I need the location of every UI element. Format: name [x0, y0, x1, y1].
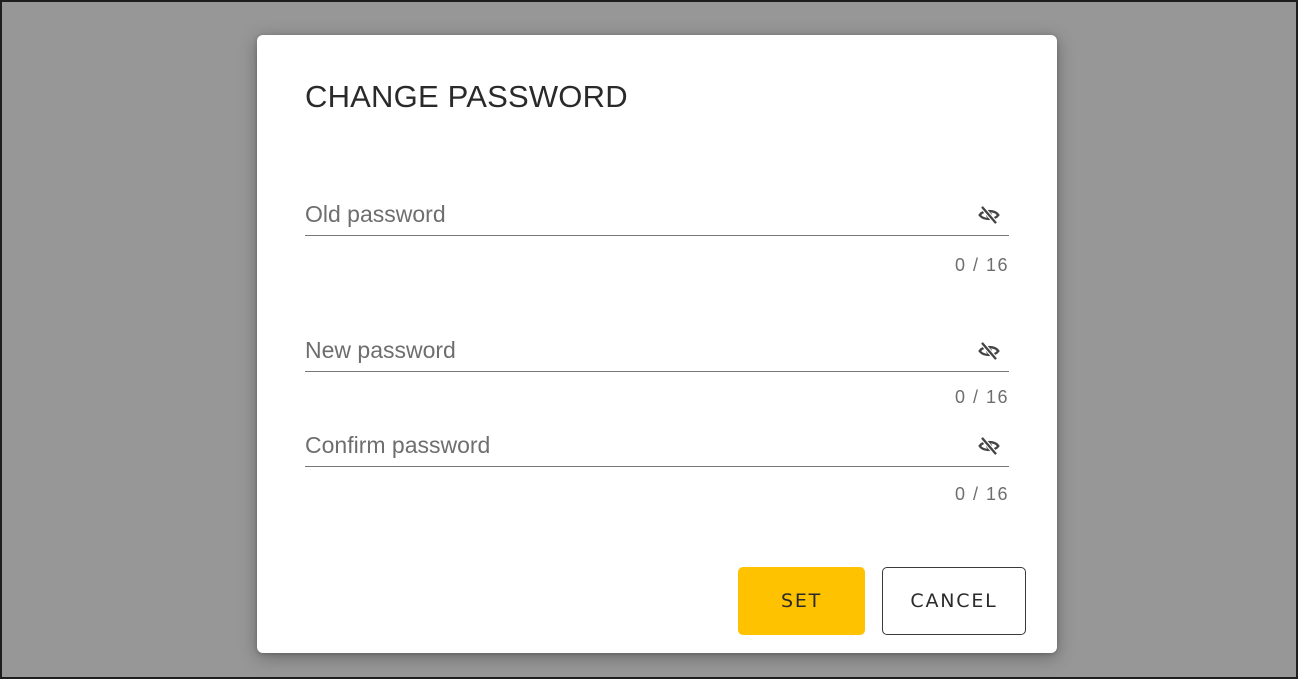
- eye-off-icon[interactable]: [975, 201, 1003, 229]
- confirm-password-counter: 0 / 16: [954, 484, 1009, 504]
- new-password-counter: 0 / 16: [954, 387, 1009, 407]
- eye-off-icon[interactable]: [975, 432, 1003, 460]
- modal-backdrop[interactable]: CHANGE PASSWORD 0 / 16 0 / 16 0 / 16 SET…: [0, 0, 1298, 679]
- cancel-button[interactable]: CANCEL: [882, 567, 1026, 635]
- change-password-dialog: CHANGE PASSWORD 0 / 16 0 / 16 0 / 16 SET…: [257, 35, 1057, 653]
- eye-off-icon[interactable]: [975, 337, 1003, 365]
- old-password-counter: 0 / 16: [954, 255, 1009, 275]
- old-password-input[interactable]: [305, 195, 945, 233]
- confirm-password-field: [305, 426, 1009, 467]
- dialog-title: CHANGE PASSWORD: [305, 79, 628, 114]
- new-password-input[interactable]: [305, 331, 945, 369]
- old-password-field: [305, 195, 1009, 236]
- set-button[interactable]: SET: [738, 567, 865, 635]
- confirm-password-input[interactable]: [305, 426, 945, 464]
- new-password-field: [305, 331, 1009, 372]
